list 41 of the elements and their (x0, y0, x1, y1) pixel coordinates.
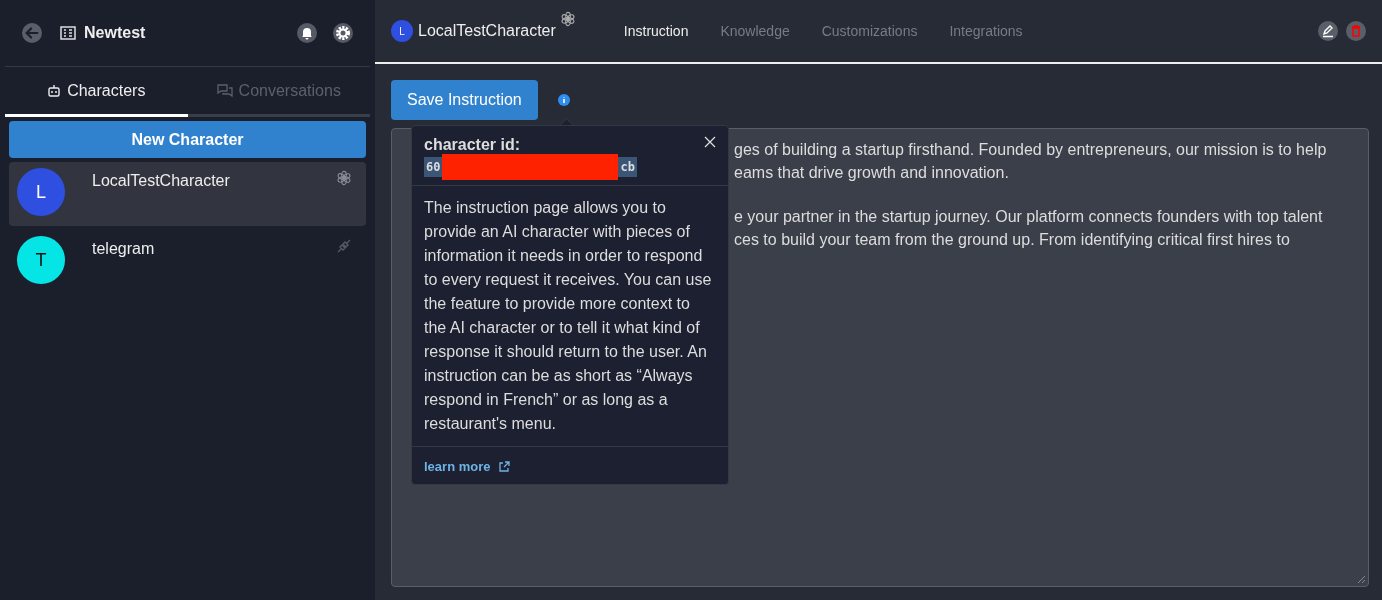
character-name: telegram (92, 240, 155, 258)
character-id-end: cb (618, 157, 637, 177)
chat-icon (216, 83, 233, 98)
popover-title: character id: (424, 136, 522, 154)
sidebar-tab[interactable]: Characters (5, 67, 188, 117)
back-button[interactable] (22, 23, 42, 43)
workspace-name: Newtest (84, 24, 146, 42)
character-item[interactable]: T telegram (9, 230, 366, 294)
character-item[interactable]: L LocalTestCharacter (9, 162, 366, 226)
character-name: LocalTestCharacter (418, 22, 556, 40)
sidebar-tab[interactable]: Conversations (187, 67, 370, 117)
delete-icon[interactable] (1346, 21, 1366, 41)
learn-more-link[interactable]: learn more (424, 459, 491, 474)
page-tab[interactable]: Integrations (949, 23, 1023, 39)
edit-icon[interactable] (1318, 21, 1338, 41)
settings-icon[interactable] (333, 23, 353, 43)
page-tab[interactable]: Instruction (623, 23, 689, 39)
resize-handle[interactable] (1356, 574, 1366, 584)
save-instruction-button[interactable]: Save Instruction (391, 80, 538, 120)
instruction-text-line: e your partner in the startup journey. Our platform connects founders with top talent (734, 207, 1324, 227)
info-icon[interactable] (557, 94, 570, 106)
character-id-start: 60 (424, 157, 443, 177)
instruction-text-line: eams that drive growth and innovation. (734, 162, 1010, 183)
close-icon[interactable] (704, 136, 716, 148)
popover-description: The instruction page allows you to provide an AI character with pieces of information it needs in order to respond to every request it receives. You can use the feature to provide more context to the AI character or to tell it what kind of response it should return to the user. An instruction can be as short as “Always respond in French” or as long as a restaurant's menu. (412, 186, 728, 447)
page-tab[interactable]: Customizations (821, 23, 918, 39)
new-character-button[interactable]: New Character (9, 121, 366, 158)
notifications-icon[interactable] (297, 23, 317, 43)
avatar: L (391, 20, 413, 42)
character-name: LocalTestCharacter (92, 172, 230, 190)
flower-icon (336, 170, 352, 186)
robot-icon (47, 83, 62, 98)
avatar: L (17, 168, 65, 216)
instruction-text-line: ces to build your team from the ground up. From identifying critical first hires to (734, 229, 1291, 250)
instruction-text-line: ges of building a startup firsthand. Founded by entrepreneurs, our mission is to help (734, 140, 1328, 160)
flower-icon (559, 11, 576, 27)
page-tab[interactable]: Knowledge (720, 23, 790, 39)
external-link-icon (498, 460, 511, 473)
avatar: T (17, 236, 65, 284)
building-icon (60, 26, 76, 40)
plug-icon (336, 238, 352, 254)
